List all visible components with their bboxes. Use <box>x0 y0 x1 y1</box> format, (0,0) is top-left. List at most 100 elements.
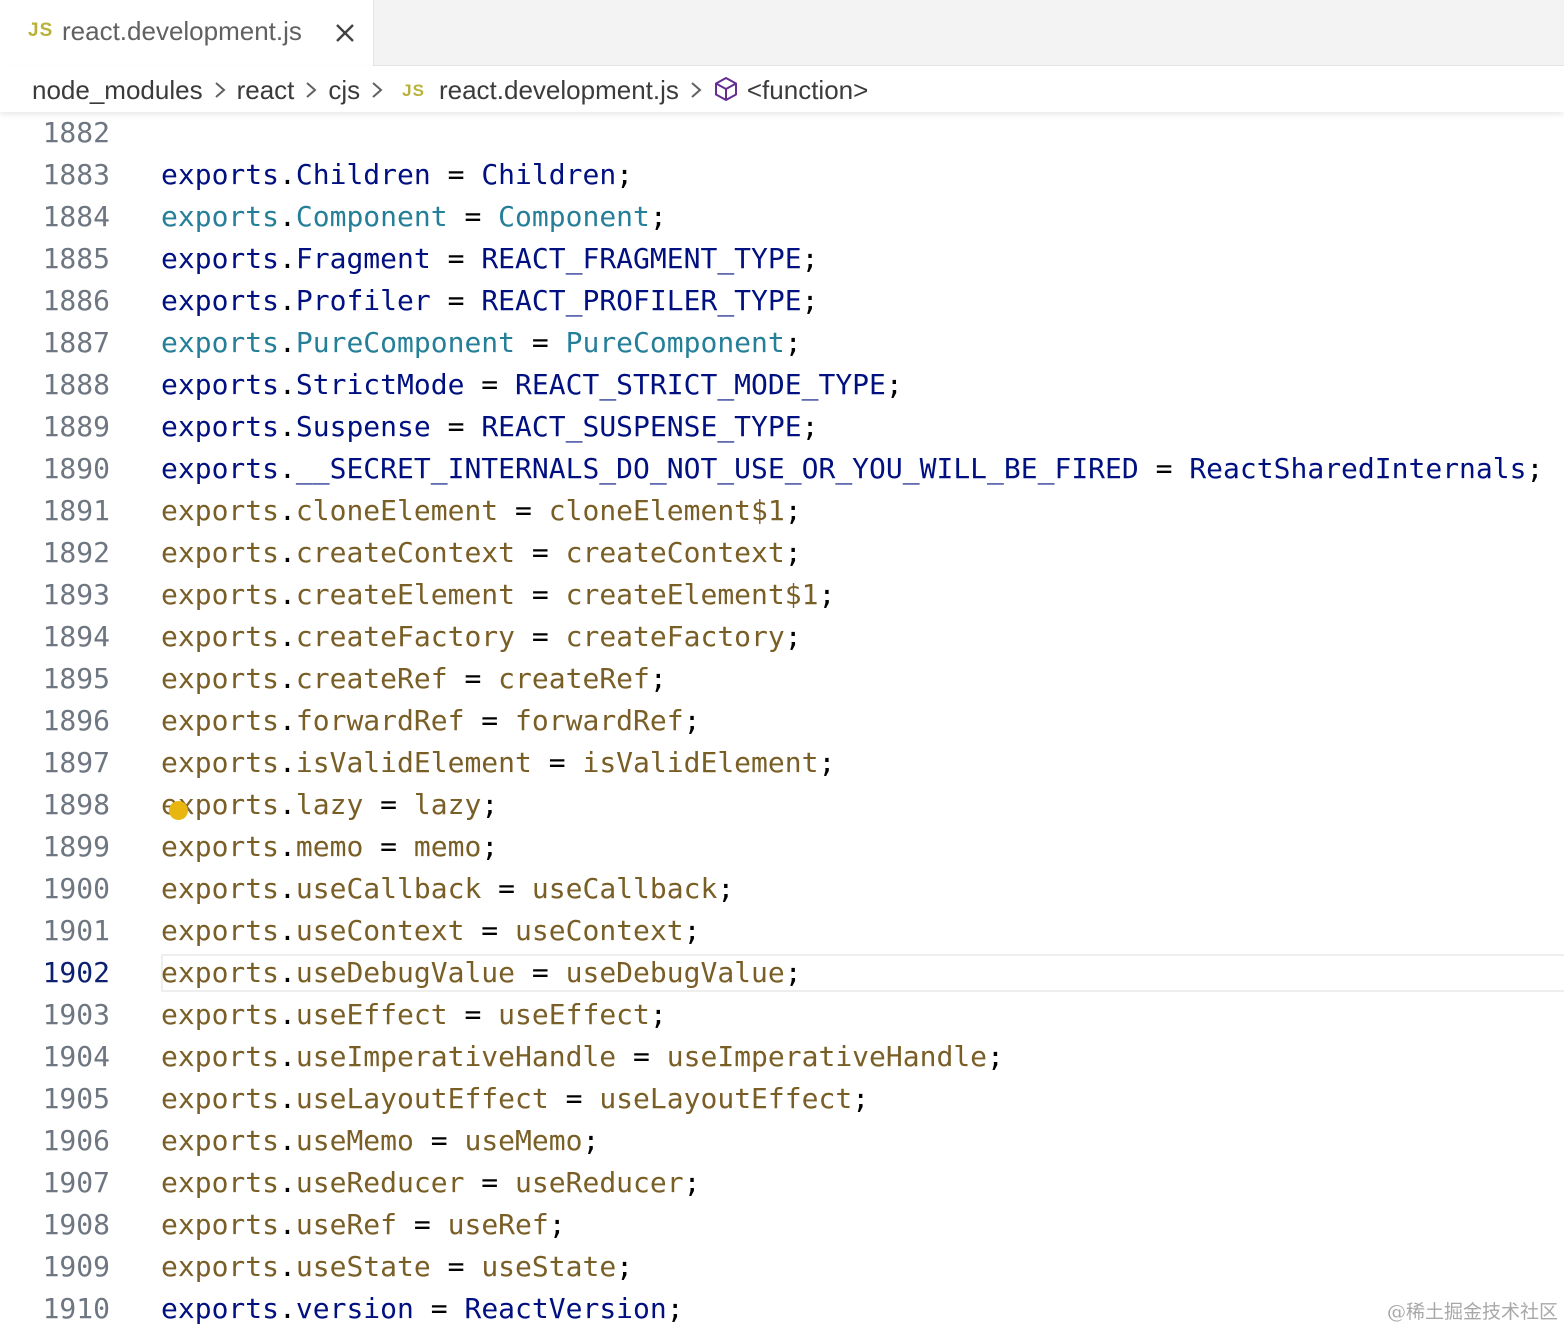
code-line[interactable]: 1904 exports.useImperativeHandle = useImp… <box>0 1036 1564 1078</box>
code-text: exports.useEffect = useEffect; <box>161 994 667 1036</box>
code-text: exports.useDebugValue = useDebugValue; <box>161 952 802 994</box>
code-line[interactable]: 1893 exports.createElement = createElemen… <box>0 574 1564 616</box>
code-text: exports.useMemo = useMemo; <box>161 1120 599 1162</box>
code-line[interactable]: 1883 exports.Children = Children; <box>0 154 1564 196</box>
breadcrumb-symbol-label: <function> <box>746 74 869 105</box>
code-line[interactable]: 1896 exports.forwardRef = forwardRef; <box>0 700 1564 742</box>
code-dot: . <box>279 830 296 863</box>
line-number: 1895 <box>42 662 110 695</box>
breadcrumb-item-react[interactable]: react <box>237 75 295 106</box>
close-icon[interactable] <box>330 18 360 48</box>
line-number: 1905 <box>42 1082 110 1115</box>
code-value: ReactSharedInternals <box>1189 452 1527 485</box>
code-editor[interactable]: 1882 1883 exports.Children = Children; 1884… <box>0 112 1564 1330</box>
cube-icon <box>714 76 737 101</box>
line-number: 1907 <box>42 1166 110 1199</box>
code-object: exports <box>161 998 280 1031</box>
line-number: 1885 <box>42 242 110 275</box>
code-text: exports.Suspense = REACT_SUSPENSE_TYPE; <box>161 406 818 448</box>
code-object: exports <box>161 662 280 695</box>
code-line[interactable]: 1886 exports.Profiler = REACT_PROFILER_TY… <box>0 280 1564 322</box>
breadcrumb-item-file[interactable]: JS react.development.js <box>394 75 679 106</box>
code-line[interactable]: 1903 exports.useEffect = useEffect; <box>0 994 1564 1036</box>
code-line[interactable]: 1888 exports.StrictMode = REACT_STRICT_MO… <box>0 364 1564 406</box>
code-line[interactable]: 1892 exports.createContext = createContex… <box>0 532 1564 574</box>
code-line[interactable]: 1910 exports.version = ReactVersion; <box>0 1288 1564 1330</box>
code-dot: . <box>279 368 296 401</box>
watermark: @稀土掘金技术社区 <box>1386 1301 1558 1323</box>
chevron-right-icon <box>214 82 226 98</box>
code-line[interactable]: 1900 exports.useCallback = useCallback; <box>0 868 1564 910</box>
code-value: REACT_SUSPENSE_TYPE <box>481 410 802 443</box>
code-line[interactable]: 1885 exports.Fragment = REACT_FRAGMENT_TY… <box>0 238 1564 280</box>
code-dot: . <box>279 620 296 653</box>
code-line[interactable]: 1894 exports.createFactory = createFactor… <box>0 616 1564 658</box>
line-number: 1882 <box>42 116 110 149</box>
breadcrumb-item-node-modules[interactable]: node_modules <box>32 75 203 106</box>
code-property: useLayoutEffect <box>295 1082 549 1115</box>
code-object: exports <box>161 494 280 527</box>
code-object: exports <box>161 620 280 653</box>
code-line[interactable]: 1906 exports.useMemo = useMemo; <box>0 1120 1564 1162</box>
code-dot: . <box>279 914 296 947</box>
code-value: REACT_PROFILER_TYPE <box>481 284 802 317</box>
code-value: useContext <box>515 914 684 947</box>
code-text: exports.useContext = useContext; <box>161 910 700 952</box>
code-line[interactable]: 1890 exports.__SECRET_INTERNALS_DO_NOT_US… <box>0 448 1564 490</box>
code-text: exports.Profiler = REACT_PROFILER_TYPE; <box>161 280 818 322</box>
code-line[interactable]: 1889 exports.Suspense = REACT_SUSPENSE_TY… <box>0 406 1564 448</box>
code-semicolon: ; <box>616 1250 634 1283</box>
code-line[interactable]: 1898 exports.lazy = lazy; <box>0 784 1564 826</box>
code-text: exports.PureComponent = PureComponent; <box>161 322 802 364</box>
lightbulb-icon[interactable] <box>169 801 188 820</box>
code-line[interactable]: 1907 exports.useReducer = useReducer; <box>0 1162 1564 1204</box>
line-number: 1904 <box>42 1040 110 1073</box>
code-line[interactable]: 1891 exports.cloneElement = cloneElement$… <box>0 490 1564 532</box>
code-semicolon: ; <box>1526 452 1544 485</box>
code-object: exports <box>161 914 280 947</box>
code-line[interactable]: 1882 <box>0 112 1564 154</box>
code-assign: = <box>515 578 566 611</box>
code-dot: . <box>279 536 296 569</box>
code-text: exports.createContext = createContext; <box>161 532 802 574</box>
code-line[interactable]: 1908 exports.useRef = useRef; <box>0 1204 1564 1246</box>
breadcrumb-item-symbol[interactable]: <function> <box>713 75 868 106</box>
code-value: useState <box>481 1250 617 1283</box>
code-line[interactable]: 1901 exports.useContext = useContext; <box>0 910 1564 952</box>
code-line[interactable]: 1902 exports.useDebugValue = useDebugValu… <box>0 952 1564 994</box>
code-assign: = <box>430 410 482 443</box>
code-object: exports <box>161 536 280 569</box>
code-line[interactable]: 1897 exports.isValidElement = isValidElem… <box>0 742 1564 784</box>
code-dot: . <box>279 494 296 527</box>
code-dot: . <box>279 452 296 485</box>
line-number: 1909 <box>42 1250 110 1283</box>
code-assign: = <box>447 200 499 233</box>
code-line[interactable]: 1909 exports.useState = useState; <box>0 1246 1564 1288</box>
code-property: useContext <box>295 914 465 947</box>
code-semicolon: ; <box>852 1082 870 1115</box>
code-line[interactable]: 1887 exports.PureComponent = PureComponen… <box>0 322 1564 364</box>
code-value: Component <box>498 200 650 233</box>
code-line[interactable]: 1895 exports.createRef = createRef; <box>0 658 1564 700</box>
code-text: exports.Component = Component; <box>161 196 667 238</box>
breadcrumb-item-cjs[interactable]: cjs <box>328 75 360 106</box>
code-line[interactable]: 1899 exports.memo = memo; <box>0 826 1564 868</box>
line-number: 1908 <box>42 1208 110 1241</box>
code-value: Children <box>481 158 617 191</box>
code-property: memo <box>295 830 364 863</box>
code-assign: = <box>515 536 566 569</box>
code-property: Profiler <box>295 284 431 317</box>
editor-tab[interactable]: JS react.development.js <box>0 0 374 66</box>
line-number: 1897 <box>42 746 110 779</box>
code-object: exports <box>161 200 280 233</box>
line-number: 1889 <box>42 410 110 443</box>
code-line[interactable]: 1884 exports.Component = Component; <box>0 196 1564 238</box>
code-line[interactable]: 1905 exports.useLayoutEffect = useLayoutE… <box>0 1078 1564 1120</box>
code-assign: = <box>363 830 414 863</box>
line-number: 1887 <box>42 326 110 359</box>
code-value: createElement$1 <box>565 578 819 611</box>
code-assign: = <box>464 704 516 737</box>
line-number: 1901 <box>42 914 110 947</box>
code-assign: = <box>515 956 566 989</box>
code-assign: = <box>430 242 482 275</box>
